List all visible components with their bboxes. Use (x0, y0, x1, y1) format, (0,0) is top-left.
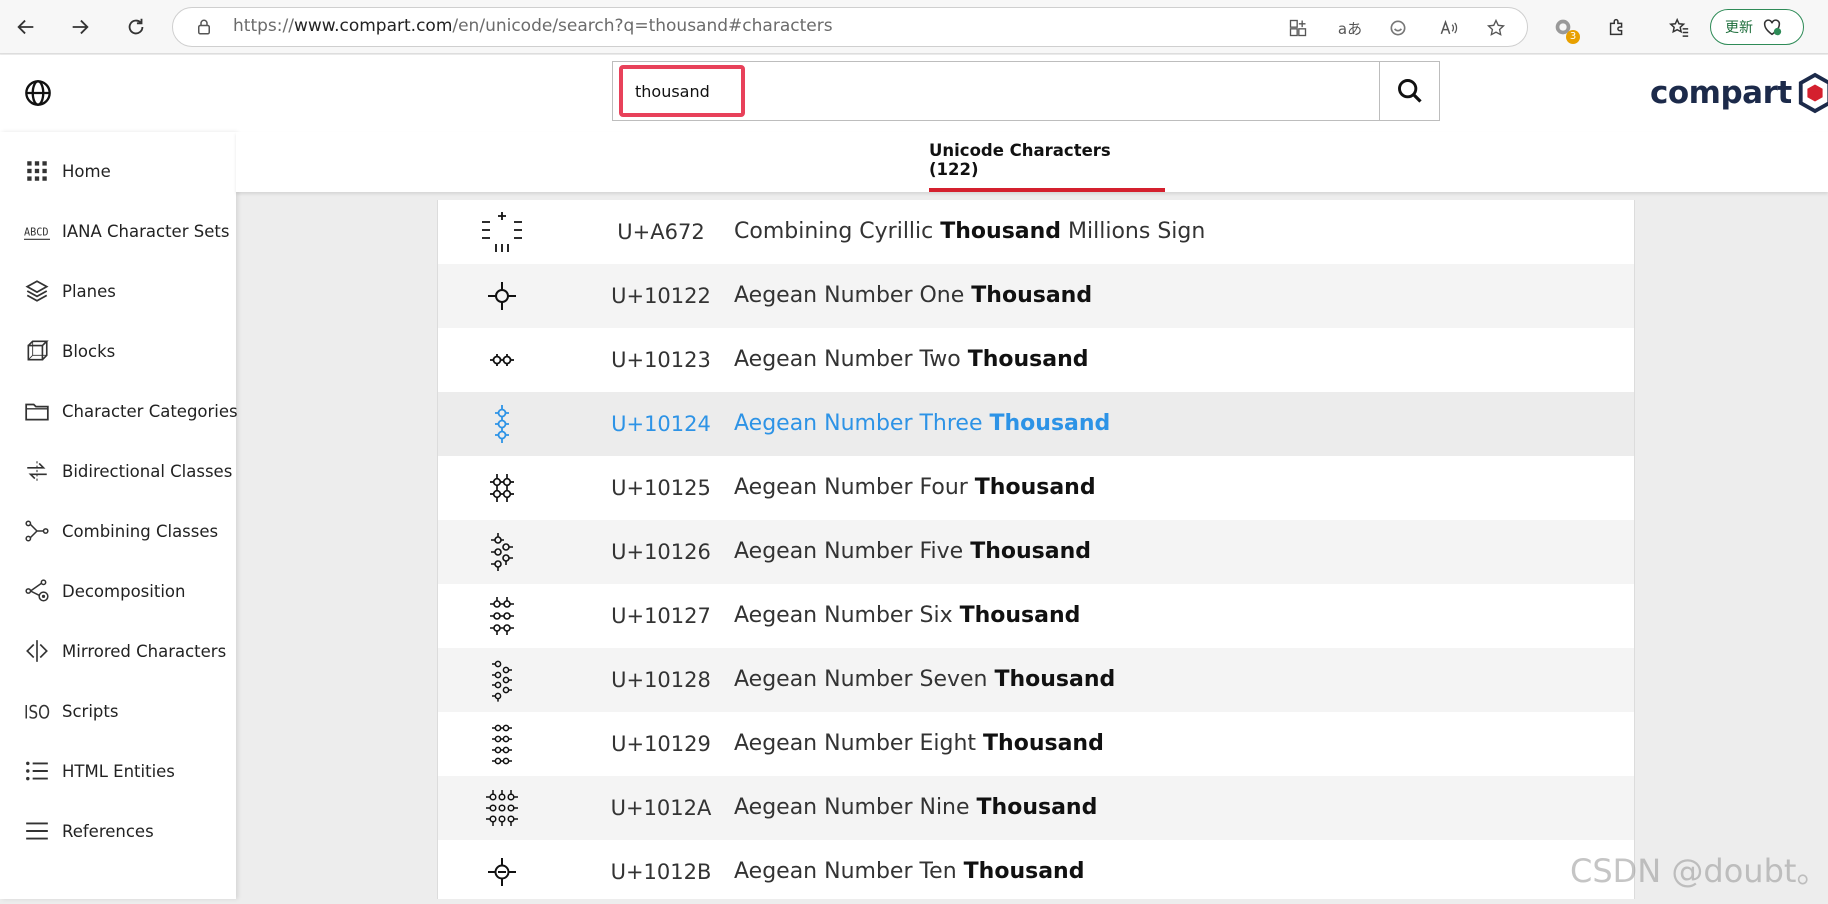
table-row[interactable]: U+1012B Aegean Number Ten Thousand (438, 840, 1634, 904)
site-header: compart (0, 55, 1828, 132)
character-name[interactable]: Aegean Number Eight Thousand (734, 712, 1104, 776)
character-name[interactable]: Aegean Number Seven Thousand (734, 648, 1115, 712)
table-row[interactable]: U+1012A Aegean Number Nine Thousand (438, 776, 1634, 840)
sidebar-nav: Home ABCD IANA Character Sets Planes Blo… (0, 132, 238, 899)
search-input[interactable] (619, 65, 745, 117)
translate-icon[interactable]: aあ (1335, 17, 1365, 39)
table-row-hovered[interactable]: U+10124 Aegean Number Three Thousand (438, 392, 1634, 456)
aegean-four-thousand-glyph (478, 468, 526, 508)
combining-icon (24, 518, 50, 544)
sidebar-item-combining-classes[interactable]: Combining Classes (0, 509, 236, 553)
results-list: U+A672 Combining Cyrillic Thousand Milli… (437, 200, 1635, 899)
bidi-icon (24, 458, 50, 484)
sidebar-item-planes[interactable]: Planes (0, 269, 236, 313)
sidebar-item-iana-character-sets[interactable]: ABCD IANA Character Sets (0, 209, 236, 253)
url-text[interactable]: https://www.compart.com/en/unicode/searc… (233, 16, 833, 36)
app-grid-icon[interactable] (1287, 17, 1309, 39)
refresh-button[interactable] (120, 11, 152, 43)
sidebar-item-blocks[interactable]: Blocks (0, 329, 236, 373)
list-icon (24, 758, 50, 784)
sidebar-item-home[interactable]: Home (0, 149, 236, 193)
favorite-star-icon[interactable] (1485, 17, 1507, 39)
compart-hexagon-icon (1798, 72, 1828, 114)
tab-unicode-characters[interactable]: Unicode Characters (122) (929, 132, 1165, 192)
aegean-six-thousand-glyph (478, 596, 526, 636)
sidebar-item-decomposition[interactable]: Decomposition (0, 569, 236, 613)
arrow-right-icon (72, 19, 89, 35)
read-aloud-icon[interactable] (1437, 17, 1459, 39)
table-row[interactable]: U+10129 Aegean Number Eight Thousand (438, 712, 1634, 776)
table-row[interactable]: U+10127 Aegean Number Six Thousand (438, 584, 1634, 648)
refresh-icon (128, 18, 144, 35)
arrow-left-icon (17, 19, 34, 35)
aegean-two-thousand-glyph (478, 340, 526, 380)
aegean-five-thousand-glyph (478, 532, 526, 572)
favorites-icon[interactable] (1666, 14, 1692, 40)
table-row[interactable]: U+10128 Aegean Number Seven Thousand (438, 648, 1634, 712)
browser-toolbar: https://www.compart.com/en/unicode/searc… (0, 0, 1828, 54)
extension-badge: 3 (1566, 30, 1580, 44)
aegean-seven-thousand-glyph (478, 660, 526, 702)
watermark: CSDN @doubt。 (1570, 852, 1828, 890)
character-name[interactable]: Combining Cyrillic Thousand Millions Sig… (734, 200, 1205, 264)
search-icon (1397, 79, 1422, 103)
table-row[interactable]: U+10122 Aegean Number One Thousand (438, 264, 1634, 328)
sidebar-item-html-entities[interactable]: HTML Entities (0, 749, 236, 793)
abcd-icon: ABCD (24, 218, 50, 244)
svg-text:ABCD: ABCD (24, 228, 49, 239)
character-name[interactable]: Aegean Number Ten Thousand (734, 840, 1084, 904)
update-button[interactable]: 更新 (1710, 9, 1804, 45)
character-name[interactable]: Aegean Number Two Thousand (734, 328, 1089, 392)
aegean-one-thousand-glyph (478, 276, 526, 316)
sidebar-item-bidirectional-classes[interactable]: Bidirectional Classes (0, 449, 236, 493)
iso-icon: ISO (24, 698, 50, 724)
mirror-icon (24, 638, 50, 664)
character-name[interactable]: Aegean Number Six Thousand (734, 584, 1080, 648)
forward-button[interactable] (64, 11, 96, 43)
aegean-ten-thousand-glyph (478, 852, 526, 892)
table-row[interactable]: U+10123 Aegean Number Two Thousand (438, 328, 1634, 392)
globe-icon[interactable] (24, 79, 52, 107)
svg-text:ISO: ISO (24, 703, 50, 724)
sidebar-item-mirrored-characters[interactable]: Mirrored Characters (0, 629, 236, 673)
results-tabbar: Unicode Characters (122) (236, 132, 1828, 192)
aegean-nine-thousand-glyph (478, 788, 526, 828)
table-row[interactable]: U+A672 Combining Cyrillic Thousand Milli… (438, 200, 1634, 264)
cyrillic-millions-sign-glyph (478, 212, 526, 252)
sidebar-item-character-categories[interactable]: Character Categories (0, 389, 238, 433)
aegean-eight-thousand-glyph (478, 724, 526, 765)
compart-logo[interactable]: compart (1650, 71, 1828, 115)
search-button[interactable] (1379, 62, 1439, 120)
search-box (612, 61, 1440, 121)
menu-icon (24, 818, 50, 844)
character-name[interactable]: Aegean Number Three Thousand (734, 392, 1110, 456)
aegean-three-thousand-glyph (478, 404, 526, 444)
table-row[interactable]: U+10126 Aegean Number Five Thousand (438, 520, 1634, 584)
decomposition-icon (24, 578, 50, 604)
character-name[interactable]: Aegean Number Four Thousand (734, 456, 1096, 520)
cube-icon (24, 338, 50, 364)
grid-icon (24, 158, 50, 184)
lock-icon (198, 19, 210, 35)
sidebar-item-scripts[interactable]: ISO Scripts (0, 689, 236, 733)
character-name[interactable]: Aegean Number One Thousand (734, 264, 1092, 328)
table-row[interactable]: U+10125 Aegean Number Four Thousand (438, 456, 1634, 520)
address-bar[interactable]: https://www.compart.com/en/unicode/searc… (172, 7, 1528, 47)
back-button[interactable] (10, 11, 42, 43)
layers-icon (24, 278, 50, 304)
edge-refresh-icon[interactable] (1387, 17, 1409, 39)
puzzle-icon[interactable] (1604, 14, 1630, 40)
sidebar-item-references[interactable]: References (0, 809, 236, 853)
heart-icon (1763, 19, 1782, 36)
character-name[interactable]: Aegean Number Nine Thousand (734, 776, 1097, 840)
character-name[interactable]: Aegean Number Five Thousand (734, 520, 1091, 584)
folder-icon (24, 398, 50, 424)
